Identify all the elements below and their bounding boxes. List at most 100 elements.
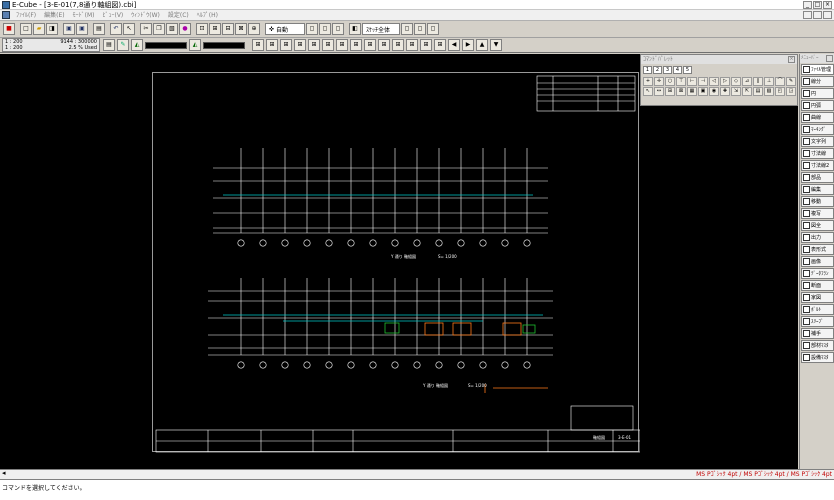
view-grid-icon-14[interactable]: ⊞ (434, 39, 446, 51)
properties-icon[interactable]: ● (179, 23, 191, 35)
menu-item-25[interactable]: 設備ﾏｽﾀ (801, 352, 834, 363)
palette-tool-icon-12[interactable]: ⊥ (764, 77, 774, 86)
palette-tool-icon-20[interactable]: ▣ (698, 87, 708, 96)
layer-select[interactable]: ｽｹｯﾁ全体 (362, 23, 400, 35)
view-grid-icon-7[interactable]: ⊞ (336, 39, 348, 51)
menu-item-13[interactable]: 複写 (801, 208, 834, 219)
snap-button-c[interactable]: ◻ (332, 23, 344, 35)
layer-icon[interactable]: ◧ (349, 23, 361, 35)
menu-item-6[interactable]: ﾏｰｷﾝｸﾞ (801, 124, 834, 135)
layer-button-c[interactable]: ◻ (427, 23, 439, 35)
palette-tool-icon-21[interactable]: ◉ (709, 87, 719, 96)
menu-help[interactable]: ﾍﾙﾌﾟ(H) (193, 10, 222, 21)
redraw-icon[interactable]: ⊠ (235, 23, 247, 35)
scroll-arrow-icon[interactable]: ◂ (2, 469, 6, 477)
menu-item-3[interactable]: 円 (801, 88, 834, 99)
save-icon[interactable]: ▣ (63, 23, 75, 35)
view-grid-icon-12[interactable]: ⊞ (406, 39, 418, 51)
zoom-all-icon[interactable]: ⊞ (209, 23, 221, 35)
undo-icon[interactable]: ↶ (110, 23, 122, 35)
palette-tab-1[interactable]: 1 (643, 66, 652, 74)
cut-icon[interactable]: ✂ (140, 23, 152, 35)
down-icon[interactable]: ▼ (490, 39, 502, 51)
view-grid-icon-10[interactable]: ⊞ (378, 39, 390, 51)
color-icon[interactable]: ◭ (131, 39, 143, 51)
paste-icon[interactable]: ▧ (166, 23, 178, 35)
palette-tool-icon-11[interactable]: ∥ (753, 77, 763, 86)
view-grid-icon-11[interactable]: ⊞ (392, 39, 404, 51)
palette-tool-icon-7[interactable]: ◁ (709, 77, 719, 86)
copy-icon[interactable]: ❐ (153, 23, 165, 35)
menu-item-9[interactable]: 寸法線2 (801, 160, 834, 171)
menu-item-5[interactable]: 曲線 (801, 112, 834, 123)
menu-edit[interactable]: 編集(E) (40, 10, 68, 21)
palette-tool-icon-2[interactable]: ✛ (654, 77, 664, 86)
palette-tool-icon-14[interactable]: ✎ (786, 77, 796, 86)
palette-tool-icon-15[interactable]: ↖ (643, 87, 653, 96)
palette-tab-5[interactable]: 5 (683, 66, 692, 74)
palette-tool-icon-4[interactable]: ⊤ (676, 77, 686, 86)
palette-tool-icon-5[interactable]: ⊢ (687, 77, 697, 86)
view-grid-icon-4[interactable]: ⊞ (294, 39, 306, 51)
palette-tool-icon-27[interactable]: ◰ (775, 87, 785, 96)
palette-tool-icon-6[interactable]: ⊣ (698, 77, 708, 86)
view-grid-icon-3[interactable]: ⊞ (280, 39, 292, 51)
layer-list-icon[interactable]: ▤ (103, 39, 115, 51)
snap-button-a[interactable]: ◻ (306, 23, 318, 35)
menu-file[interactable]: ﾌｧｲﾙ(F) (12, 10, 40, 21)
exit-icon[interactable]: ■ (3, 23, 15, 35)
palette-tool-icon-19[interactable]: ▦ (687, 87, 697, 96)
palette-tool-icon-17[interactable]: ⊞ (665, 87, 675, 96)
maximize-button[interactable]: □ (813, 1, 822, 9)
menu-item-4[interactable]: 円弧 (801, 100, 834, 111)
close-button[interactable]: × (823, 1, 832, 9)
menu-view[interactable]: ﾋﾞｭｰ(V) (98, 10, 127, 21)
palette-tab-3[interactable]: 3 (663, 66, 672, 74)
menu-item-14[interactable]: 図全 (801, 220, 834, 231)
snap-button-b[interactable]: ◻ (319, 23, 331, 35)
palette-tool-icon-24[interactable]: ⇱ (742, 87, 752, 96)
print-icon[interactable]: ▤ (93, 23, 105, 35)
up-icon[interactable]: ▲ (476, 39, 488, 51)
palette-tool-icon-3[interactable]: ○ (665, 77, 675, 86)
menu-item-15[interactable]: 出力 (801, 232, 834, 243)
command-line[interactable]: コマンドを選択してください。 (0, 479, 834, 500)
view-grid-icon-8[interactable]: ⊞ (350, 39, 362, 51)
doc-minimize-button[interactable] (803, 11, 812, 19)
menu-item-21[interactable]: ﾎﾞﾙﾄ (801, 304, 834, 315)
view-grid-icon-6[interactable]: ⊞ (322, 39, 334, 51)
menu-item-16[interactable]: 表形式 (801, 244, 834, 255)
menu-item-1[interactable]: ﾌｧｲﾙ管理 (801, 64, 834, 75)
menu-item-10[interactable]: 部品 (801, 172, 834, 183)
pen-icon[interactable]: ✎ (117, 39, 129, 51)
palette-close-icon[interactable]: × (788, 56, 795, 63)
palette-tool-icon-13[interactable]: ⌒ (775, 77, 785, 86)
line-color-bar[interactable] (145, 41, 187, 49)
snap-select[interactable]: ✜ 自動 (265, 23, 305, 35)
palette-tool-icon-28[interactable]: ◲ (786, 87, 796, 96)
palette-tool-icon-8[interactable]: ▷ (720, 77, 730, 86)
menu-item-17[interactable]: 画像 (801, 256, 834, 267)
view-grid-icon-1[interactable]: ⊞ (252, 39, 264, 51)
open-folder-icon[interactable]: ▰ (33, 23, 45, 35)
pointer-icon[interactable]: ↖ (123, 23, 135, 35)
line-type-bar[interactable] (203, 41, 245, 49)
palette-tool-icon-10[interactable]: ⊿ (742, 77, 752, 86)
palette-tool-icon-25[interactable]: ▤ (753, 87, 763, 96)
palette-tab-4[interactable]: 4 (673, 66, 682, 74)
menu-item-12[interactable]: 移動 (801, 196, 834, 207)
palette-tab-2[interactable]: 2 (653, 66, 662, 74)
view-grid-icon-2[interactable]: ⊞ (266, 39, 278, 51)
menu-item-23[interactable]: 補手 (801, 328, 834, 339)
menu-window[interactable]: ｳｨﾝﾄﾞｳ(W) (127, 10, 164, 21)
menu-item-18[interactable]: ﾃﾞｰﾀﾌﾗﾝ (801, 268, 834, 279)
view-grid-icon-5[interactable]: ⊞ (308, 39, 320, 51)
palette-tool-icon-9[interactable]: ◇ (731, 77, 741, 86)
palette-tool-icon-22[interactable]: ✚ (720, 87, 730, 96)
menu-mode[interactable]: ﾓｰﾄﾞ(M) (69, 10, 99, 21)
menu-item-19[interactable]: 断面 (801, 280, 834, 291)
layer-button-a[interactable]: ◻ (401, 23, 413, 35)
zoom-window-icon[interactable]: ⊡ (196, 23, 208, 35)
palette-tool-icon-16[interactable]: ↔ (654, 87, 664, 96)
view-grid-icon-9[interactable]: ⊞ (364, 39, 376, 51)
